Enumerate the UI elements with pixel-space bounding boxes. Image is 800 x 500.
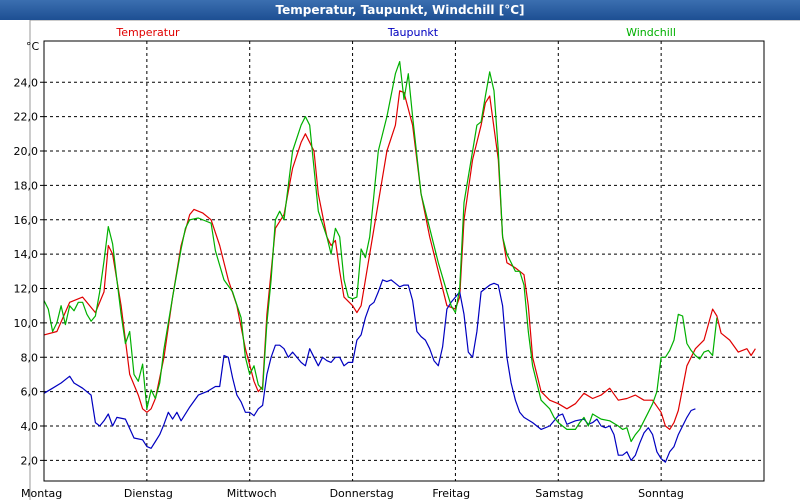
legend-item-temperatur: Temperatur <box>115 26 180 39</box>
y-tick-label: 20,0 <box>14 145 39 158</box>
y-tick-label: 16,0 <box>14 214 39 227</box>
window-title: Temperatur, Taupunkt, Windchill [°C] <box>0 0 800 20</box>
line-chart: 2,0 4,0 6,0 8,0 10,0 12,0 14,0 16,0 18,0 20,0 22,0… <box>0 20 800 500</box>
x-tick-day: Mittwoch <box>227 487 277 500</box>
y-tick-label: 10,0 <box>14 317 39 330</box>
legend-item-windchill: Windchill <box>626 26 676 39</box>
y-tick-label: 8,0 <box>21 351 39 364</box>
x-tick-day: Freitag <box>432 487 470 500</box>
x-tick-day: Samstag <box>535 487 583 500</box>
x-tick-day: Dienstag <box>124 487 173 500</box>
y-tick-label: 2,0 <box>21 454 39 467</box>
y-tick-label: 24,0 <box>14 76 39 89</box>
x-tick-day: Sonntag <box>638 487 684 500</box>
y-tick-label: 14,0 <box>14 248 39 261</box>
x-tick-day: Montag <box>21 487 62 500</box>
y-axis-label: °C <box>26 40 40 53</box>
y-tick-label: 18,0 <box>14 179 39 192</box>
y-tick-label: 22,0 <box>14 111 39 124</box>
legend-item-taupunkt: Taupunkt <box>387 26 439 39</box>
y-tick-label: 6,0 <box>21 386 39 399</box>
y-tick-label: 4,0 <box>21 420 39 433</box>
x-tick-day: Donnerstag <box>330 487 394 500</box>
chart-window: Temperatur, Taupunkt, Windchill [°C] 2,0… <box>0 0 800 500</box>
y-tick-label: 12,0 <box>14 283 39 296</box>
